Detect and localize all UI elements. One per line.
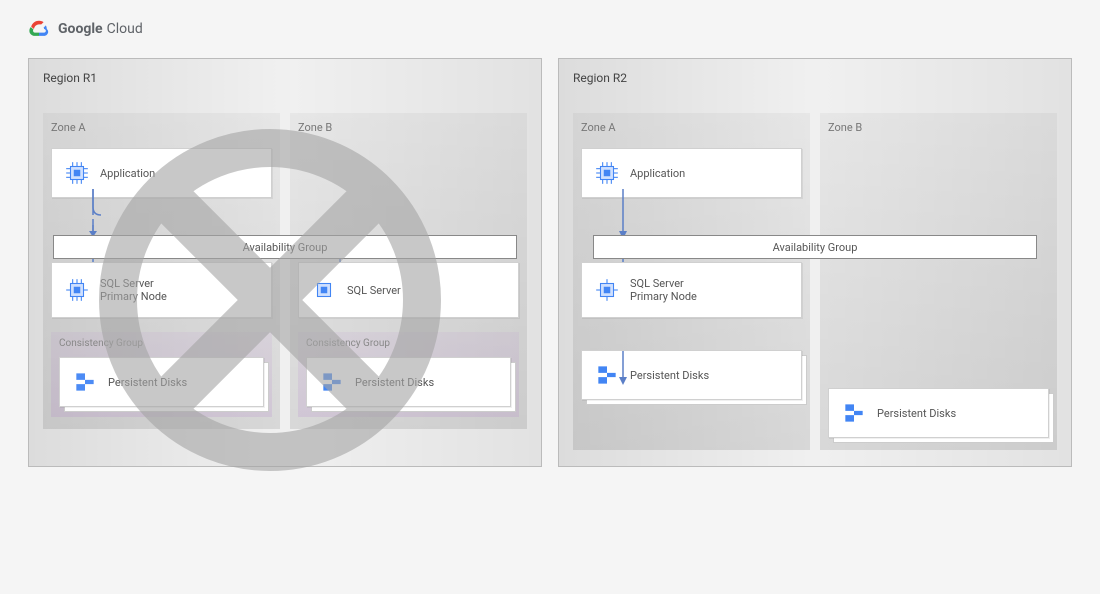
compute-icon — [64, 277, 90, 303]
consistency-group-r1b: Consistency Group Persistent Disks — [298, 332, 519, 417]
persistent-disks-r1a: Persistent Disks — [59, 357, 264, 407]
consistency-title-r1a: Consistency Group — [59, 338, 264, 349]
persistent-disks-label-r2a: Persistent Disks — [630, 369, 709, 382]
header: Google Cloud — [0, 0, 1100, 58]
sql-primary-label-r2: SQL Server Primary Node — [630, 277, 697, 303]
consistency-title-r1b: Consistency Group — [306, 338, 511, 349]
compute-icon — [594, 277, 620, 303]
zone-r1-b: Zone B SQL Server Consistency Group — [290, 113, 527, 429]
brand-light: Cloud — [107, 21, 143, 37]
persistent-disks-label-r1a: Persistent Disks — [108, 376, 187, 389]
persistent-disks-r2b: Persistent Disks — [828, 388, 1049, 438]
sql-label-r1b: SQL Server — [347, 284, 401, 297]
persistent-disks-r2a: Persistent Disks — [581, 350, 802, 400]
availability-group-r2-label: Availability Group — [773, 241, 858, 254]
region-r1: Region R1 Availability Group Zone A Appl… — [28, 58, 542, 467]
application-node-r2: Application — [581, 148, 802, 198]
zone-r1-a: Zone A Application — [43, 113, 280, 429]
disk-icon — [319, 369, 345, 395]
availability-group-r2: Availability Group — [593, 235, 1037, 259]
persistent-disks-stack-r1a: Persistent Disks — [59, 357, 264, 407]
google-cloud-logo-icon — [28, 18, 50, 40]
zone-r2-a: Zone A Application — [573, 113, 810, 450]
region-r2-title: Region R2 — [573, 71, 1057, 85]
zone-r1-a-title: Zone A — [51, 121, 272, 134]
consistency-group-r1a: Consistency Group Persistent Disks — [51, 332, 272, 417]
persistent-disks-stack-r2b: Persistent Disks — [828, 388, 1049, 438]
application-label-r1: Application — [100, 167, 155, 180]
disk-icon — [72, 369, 98, 395]
persistent-disks-stack-r2a: Persistent Disks — [581, 350, 802, 400]
persistent-disks-r1b: Persistent Disks — [306, 357, 511, 407]
compute-icon — [311, 277, 337, 303]
disk-icon — [841, 400, 867, 426]
disk-icon — [594, 362, 620, 388]
compute-icon — [64, 160, 90, 186]
persistent-disks-stack-r1b: Persistent Disks — [306, 357, 511, 407]
regions-container: Region R1 Availability Group Zone A Appl… — [0, 58, 1100, 467]
sql-primary-node-r1: SQL Server Primary Node — [51, 262, 272, 318]
zone-r2-b-title: Zone B — [828, 121, 1049, 134]
availability-group-r1-label: Availability Group — [243, 241, 328, 254]
availability-group-r1: Availability Group — [53, 235, 517, 259]
region-r2: Region R2 Availability Group Zone A Appl… — [558, 58, 1072, 467]
zone-r1-b-title: Zone B — [298, 121, 519, 134]
compute-icon — [594, 160, 620, 186]
persistent-disks-label-r1b: Persistent Disks — [355, 376, 434, 389]
application-label-r2: Application — [630, 167, 685, 180]
region-r1-title: Region R1 — [43, 71, 527, 85]
application-node-r1: Application — [51, 148, 272, 198]
sql-primary-node-r2: SQL Server Primary Node — [581, 262, 802, 318]
brand-bold: Google — [58, 21, 103, 37]
sql-primary-label-r1: SQL Server Primary Node — [100, 277, 167, 303]
zone-r2-b: Zone B Persistent Disks — [820, 113, 1057, 450]
zone-r2-a-title: Zone A — [581, 121, 802, 134]
persistent-disks-label-r2b: Persistent Disks — [877, 407, 956, 420]
sql-node-r1b: SQL Server — [298, 262, 519, 318]
